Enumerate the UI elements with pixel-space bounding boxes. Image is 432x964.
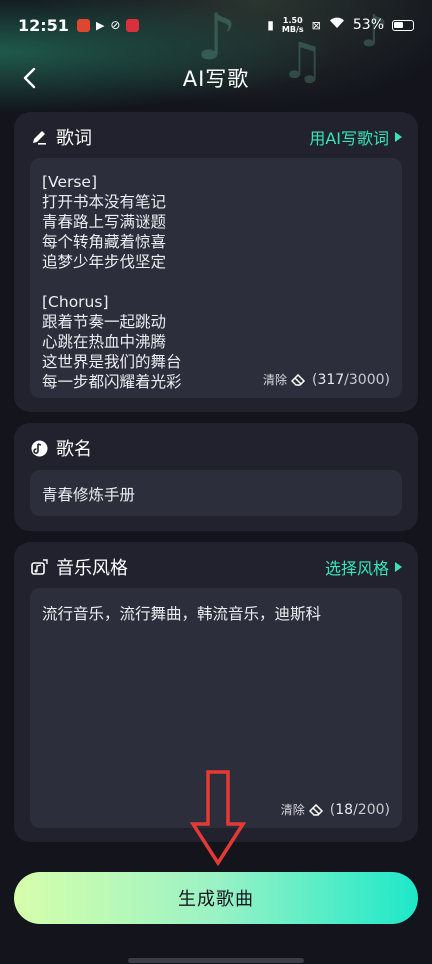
select-style-label: 选择风格 [324,559,389,578]
song-name-card: 歌名 青春修炼手册 [14,423,418,531]
clear-style-label: 清除 [280,803,305,817]
net-speed-unit: MB/s [281,25,304,34]
style-char-count: (18/200) [329,801,390,818]
play-triangle-icon [395,562,402,572]
song-name-input[interactable]: 青春修炼手册 [30,470,402,516]
music-disc-icon [30,439,48,457]
play-triangle-icon [395,132,402,142]
style-count-max: /200 [353,801,385,818]
clear-lyrics-button[interactable]: 清除 [263,371,306,388]
wifi-icon [329,17,345,33]
status-bar: 12:51 ▶ ⊘ ▮ 1.50 MB/s ⊠ 53% [0,0,432,50]
home-indicator [128,958,304,963]
ai-write-lyrics-label: 用AI写歌词 [309,129,389,148]
eraser-icon [308,803,323,816]
lyrics-count-value: 317 [317,371,345,388]
battery-icon [392,19,414,31]
music-style-title: 音乐风格 [56,558,128,579]
song-name-header: 歌名 [30,435,402,461]
song-name-title: 歌名 [56,439,92,460]
lyrics-header: 歌词 用AI写歌词 [30,124,402,150]
annotation-arrow-icon [190,770,246,866]
lyrics-count-max: /3000 [344,371,385,388]
battery-percent: 53% [352,17,384,33]
lyrics-line: 每个转角藏着惊喜 [42,233,167,251]
lyrics-line: 每一步都闪耀着光彩 [42,373,182,391]
lyrics-char-count: (317/3000) [311,371,390,388]
clear-style-button[interactable]: 清除 [281,801,324,818]
generate-song-button[interactable]: 生成歌曲 [14,872,418,924]
select-style-link[interactable]: 选择风格 [325,555,402,579]
back-icon[interactable] [14,63,44,93]
lyrics-line: [Verse] [42,173,98,191]
lyrics-line: 跟着节奏一起跳动 [42,313,167,331]
sim-icon: ⊠ [311,18,321,32]
song-name-value: 青春修炼手册 [42,486,136,504]
lyrics-counter: 清除 (317/3000) [263,371,390,388]
notification-icons: ▶ ⊘ [76,18,140,32]
style-counter: 清除 (18/200) [281,801,390,818]
eraser-icon [290,373,306,386]
lyrics-line: 打开书本没有笔记 [42,193,167,211]
clear-lyrics-label: 清除 [262,373,287,387]
lyrics-line: 青春路上写满谜题 [42,213,167,231]
network-speed: 1.50 MB/s [282,16,304,34]
lyrics-line: 这世界是我们的舞台 [42,353,182,371]
lyrics-title: 歌词 [56,128,92,149]
page-title: AI写歌 [182,67,250,91]
vibrate-icon: ▮ [267,18,274,32]
lyrics-text: [Verse] 打开书本没有笔记 青春路上写满谜题 每个转角藏着惊喜 追梦少年步伐坚定 … [42,172,182,392]
play-notification-icon: ▶ [95,18,105,32]
style-count-value: 18 [335,801,354,818]
lyrics-line: 心跳在热血中沸腾 [42,333,167,351]
lyrics-line [42,272,182,292]
nav-bar: AI写歌 [0,55,432,101]
music-style-header: 音乐风格 选择风格 [30,554,402,580]
lyrics-textarea[interactable]: [Verse] 打开书本没有笔记 青春路上写满谜题 每个转角藏着惊喜 追梦少年步伐坚定 … [30,158,402,398]
link-notification-icon: ⊘ [110,18,121,32]
net-speed-value: 1.50 [282,16,303,25]
status-right: ▮ 1.50 MB/s ⊠ 53% [267,16,414,34]
ai-write-lyrics-link[interactable]: 用AI写歌词 [309,125,402,149]
lyrics-line: [Chorus] [42,293,109,311]
music-style-icon [30,558,48,576]
music-style-value: 流行音乐，流行舞曲，韩流音乐，迪斯科 [42,605,322,623]
lyrics-card: 歌词 用AI写歌词 [Verse] 打开书本没有笔记 青春路上写满谜题 每个转角藏着惊… [14,112,418,412]
pencil-icon [30,128,48,146]
status-time: 12:51 [18,15,69,35]
lyrics-line: 追梦少年步伐坚定 [42,253,167,271]
app-notification-icon [126,18,140,32]
app-notification-icon [76,18,90,32]
